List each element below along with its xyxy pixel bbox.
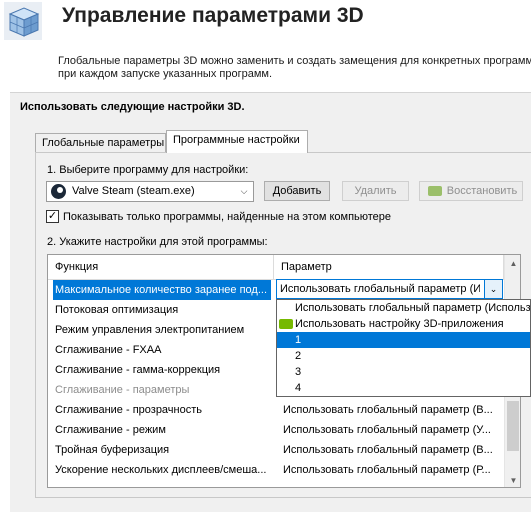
nvidia-icon — [279, 319, 293, 329]
dropdown-option[interactable]: 1 — [277, 332, 530, 348]
table-row[interactable]: Тройная буферизация Использовать глобаль… — [48, 440, 504, 460]
row-parameter: Использовать глобальный параметр (В... — [283, 444, 493, 456]
show-found-checkbox-label[interactable]: Показывать только программы, найденные н… — [63, 211, 391, 223]
tab-global-settings[interactable]: Глобальные параметры — [35, 133, 166, 153]
table-row[interactable]: Ускорение нескольких дисплеев/смеша... И… — [48, 460, 504, 480]
nvidia-3d-cube-icon — [4, 2, 42, 40]
step2-label: 2. Укажите настройки для этой программы: — [47, 236, 268, 248]
row-parameter: Использовать глобальный параметр (У... — [283, 424, 491, 436]
restore-button[interactable]: Восстановить — [419, 181, 523, 201]
column-header-parameter[interactable]: Параметр — [274, 255, 504, 280]
description-line-2: при каждом запуске указанных программ. — [58, 68, 273, 80]
row-function: Ускорение нескольких дисплеев/смеша... — [55, 464, 267, 476]
restore-button-label: Восстановить — [446, 185, 518, 197]
page-description: Глобальные параметры 3D можно заменить и… — [58, 55, 531, 81]
parameter-select[interactable]: Использовать глобальный параметр (Ис ⌄ — [276, 279, 503, 299]
dropdown-option-label: Использовать настройку 3D-приложения — [295, 318, 504, 330]
program-select-value: Valve Steam (steam.exe) — [72, 185, 195, 197]
chevron-down-icon[interactable]: ⌵ — [237, 184, 251, 199]
description-line-1: Глобальные параметры 3D можно заменить и… — [58, 55, 531, 67]
scrollbar-thumb[interactable] — [507, 401, 519, 451]
panel-title: Использовать следующие настройки 3D. — [20, 101, 245, 113]
add-button[interactable]: Добавить — [264, 181, 330, 201]
row-function: Сглаживание - гамма-коррекция — [55, 364, 221, 376]
dropdown-option[interactable]: 4 — [277, 380, 530, 396]
row-function: Потоковая оптимизация — [55, 304, 179, 316]
step1-label: 1. Выберите программу для настройки: — [47, 164, 249, 176]
header: Управление параметрами 3D — [0, 0, 531, 48]
dropdown-option[interactable]: Использовать настройку 3D-приложения — [277, 316, 530, 332]
row-function: Тройная буферизация — [55, 444, 170, 456]
table-row[interactable]: Сглаживание - прозрачность Использовать … — [48, 400, 504, 420]
dropdown-option[interactable]: 2 — [277, 348, 530, 364]
scroll-down-icon[interactable]: ▼ — [505, 472, 520, 487]
nvidia-icon — [428, 186, 442, 196]
row-function: Сглаживание - параметры — [55, 384, 190, 396]
dropdown-option[interactable]: 3 — [277, 364, 530, 380]
steam-icon — [51, 184, 66, 199]
row-parameter: Использовать глобальный параметр (В... — [283, 404, 493, 416]
remove-button[interactable]: Удалить — [342, 181, 409, 201]
scroll-up-icon[interactable]: ▲ — [505, 255, 520, 272]
parameter-select-value: Использовать глобальный параметр (Ис — [280, 283, 480, 295]
row-function: Максимальное количество заранее под... — [53, 280, 271, 300]
table-row[interactable]: Сглаживание - режим Использовать глобаль… — [48, 420, 504, 440]
row-function: Сглаживание - FXAA — [55, 344, 162, 356]
parameter-dropdown-list: Использовать глобальный параметр (Исполь… — [276, 299, 531, 397]
row-function: Режим управления электропитанием — [55, 324, 245, 336]
program-select[interactable]: Valve Steam (steam.exe) ⌵ — [46, 181, 254, 202]
chevron-down-icon[interactable]: ⌄ — [484, 280, 502, 298]
dropdown-option[interactable]: Использовать глобальный параметр (Исполь… — [277, 300, 530, 316]
row-function: Сглаживание - режим — [55, 424, 166, 436]
column-header-function[interactable]: Функция — [48, 255, 274, 280]
page-title: Управление параметрами 3D — [62, 4, 364, 27]
row-function: Сглаживание - прозрачность — [55, 404, 203, 416]
tab-program-settings[interactable]: Программные настройки — [166, 130, 308, 153]
row-parameter: Использовать глобальный параметр (Р... — [283, 464, 491, 476]
show-found-checkbox[interactable]: ✓ — [46, 210, 59, 223]
